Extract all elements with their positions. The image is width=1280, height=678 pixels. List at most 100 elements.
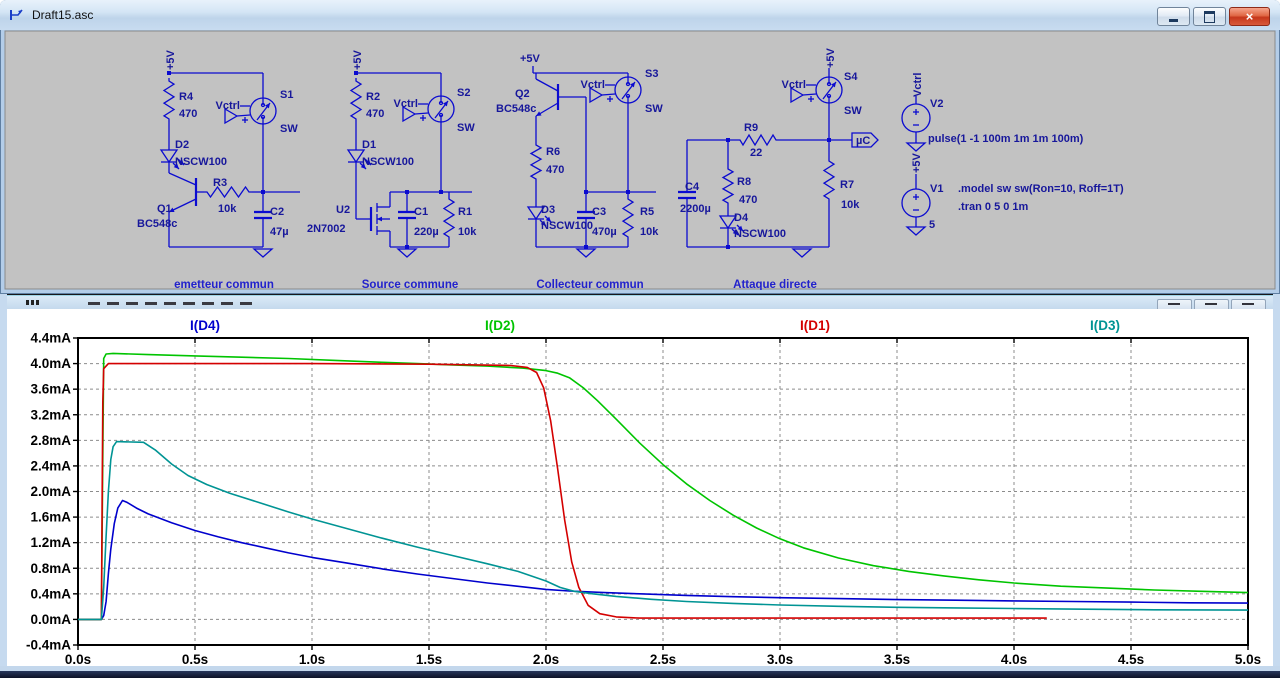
y-axis-tick-label: 4.4mA (30, 331, 71, 346)
schematic-label: .tran 0 5 0 1m (958, 201, 1029, 213)
waveform-plot-svg: 4.4mA 4.0mA 3.6mA 3.2mA 2.8mA 2.4mA 2.0mA 1.6mA… (0, 309, 1280, 666)
y-axis-tick-label: 3.2mA (30, 407, 71, 422)
schematic-label: 10k (218, 203, 237, 215)
x-axis-tick-label: 2.0s (533, 652, 559, 666)
schematic-label: SW (844, 105, 862, 117)
plot-window-right-frame (1273, 294, 1280, 666)
schematic-label: R9 (744, 122, 758, 134)
x-axis-tick-label: 4.0s (1001, 652, 1027, 666)
restore-icon (1204, 10, 1215, 23)
y-axis-tick-label: 0.8mA (30, 561, 71, 576)
schematic-label: µC (856, 135, 870, 147)
x-axis-tick-label: 1.0s (299, 652, 325, 666)
window-title: Draft15.asc (32, 8, 94, 22)
x-axis-tick-label: 1.5s (416, 652, 442, 666)
schematic-label: R1 (458, 206, 472, 218)
schematic-label: 2N7002 (307, 223, 346, 235)
schematic-label: 470µ (592, 226, 617, 238)
schematic-label: 47µ (270, 226, 289, 238)
schematic-label: R3 (213, 177, 227, 189)
schematic-label: U2 (336, 204, 350, 216)
schematic-label: +5V (520, 53, 541, 65)
plot-window-titlebar-clipped[interactable] (0, 294, 1280, 311)
schematic-label: Attaque directe (733, 279, 817, 290)
legend-I(D4)[interactable]: I(D4) (190, 318, 220, 333)
minimize-button[interactable] (1157, 7, 1190, 26)
waveform-plot[interactable]: 4.4mA 4.0mA 3.6mA 3.2mA 2.8mA 2.4mA 2.0mA 1.6mA… (0, 309, 1280, 666)
schematic-label: Vctrl (216, 100, 240, 112)
ltspice-schematic-icon (8, 7, 26, 23)
legend-I(D2)[interactable]: I(D2) (485, 318, 515, 333)
schematic-label: Vctrl (394, 98, 418, 110)
x-axis-tick-label: 4.5s (1118, 652, 1144, 666)
legend-I(D1)[interactable]: I(D1) (800, 318, 830, 333)
schematic-label: BC548c (137, 218, 177, 230)
schematic-label: Vctrl (782, 79, 806, 91)
schematic-label: +5V (165, 49, 177, 70)
schematic-label: R5 (640, 206, 654, 218)
y-axis-tick-label: 1.6mA (30, 510, 71, 525)
plot-window-left-frame (0, 294, 7, 666)
schematic-label: 470 (366, 108, 384, 120)
close-button[interactable]: × (1229, 7, 1270, 26)
schematic-label: C1 (414, 206, 428, 218)
schematic-label: S4 (844, 71, 858, 83)
schematic-label: C2 (270, 206, 284, 218)
close-icon (1242, 303, 1254, 305)
schematic-label: V2 (930, 98, 943, 110)
schematic-label: 5 (929, 219, 935, 231)
ltspice-screen: Draft15.asc × +5V R4 470 D2 NSCW100 Q1 BC548c R… (0, 0, 1280, 678)
schematic-label: Q2 (515, 88, 530, 100)
x-axis-tick-label: 3.0s (767, 652, 793, 666)
schematic-label: SW (457, 122, 475, 134)
schematic-label: emetteur commun (174, 279, 274, 290)
y-axis-tick-label: 2.0mA (30, 484, 71, 499)
schematic-label: C3 (592, 206, 606, 218)
schematic-label: Vctrl (581, 79, 605, 91)
schematic-label: NSCW100 (734, 228, 786, 240)
schematic-label: NSCW100 (362, 156, 414, 168)
schematic-label: +5V (911, 152, 923, 173)
schematic-label: +5V (825, 47, 837, 68)
schematic-label: S1 (280, 89, 293, 101)
schematic-label: 220µ (414, 226, 439, 238)
x-axis-tick-label: 5.0s (1235, 652, 1261, 666)
y-axis-tick-label: 4.0mA (30, 356, 71, 371)
schematic-label: +5V (352, 49, 364, 70)
schematic-label: SW (645, 103, 663, 115)
schematic-label: Source commune (362, 279, 459, 290)
schematic-label: Vctrl (912, 73, 924, 97)
schematic-label: 10k (640, 226, 659, 238)
schematic-label: NSCW100 (175, 156, 227, 168)
schematic-label: .model sw sw(Ron=10, Roff=1T) (958, 183, 1124, 195)
y-axis-tick-label: 2.4mA (30, 458, 71, 473)
schematic-label: D4 (734, 212, 749, 224)
close-icon: × (1245, 9, 1254, 24)
schematic-label: SW (280, 123, 298, 135)
minimize-icon (1168, 303, 1180, 305)
schematic-label: 2200µ (680, 203, 711, 215)
plot-window-title-fragment (88, 302, 258, 305)
schematic-label: 470 (546, 164, 564, 176)
minimize-icon (1169, 18, 1178, 22)
schematic-label: 470 (179, 108, 197, 120)
schematic-label: 10k (841, 199, 860, 211)
desktop-edge-strip (0, 671, 1280, 678)
x-axis-tick-label: 0.0s (65, 652, 91, 666)
schematic-window-titlebar[interactable]: Draft15.asc × (0, 0, 1280, 30)
schematic-label: R4 (179, 91, 194, 103)
schematic-label: V1 (930, 183, 943, 195)
schematic-label: R2 (366, 91, 380, 103)
restore-button[interactable] (1193, 7, 1226, 26)
restore-icon (1205, 303, 1217, 305)
legend-I(D3)[interactable]: I(D3) (1090, 318, 1120, 333)
schematic-label: 10k (458, 226, 477, 238)
x-axis-tick-label: 3.5s (884, 652, 910, 666)
y-axis-tick-label: 0.4mA (30, 586, 71, 601)
schematic-label: Q1 (157, 203, 172, 215)
schematic-label: S2 (457, 87, 470, 99)
schematic-label: S3 (645, 68, 658, 80)
schematic-label: C4 (685, 181, 700, 193)
schematic-window: Draft15.asc × +5V R4 470 D2 NSCW100 Q1 BC548c R… (0, 0, 1280, 294)
schematic-canvas[interactable]: +5V R4 470 D2 NSCW100 Q1 BC548c R3 10k S1 SW Vctrl C… (0, 30, 1280, 290)
